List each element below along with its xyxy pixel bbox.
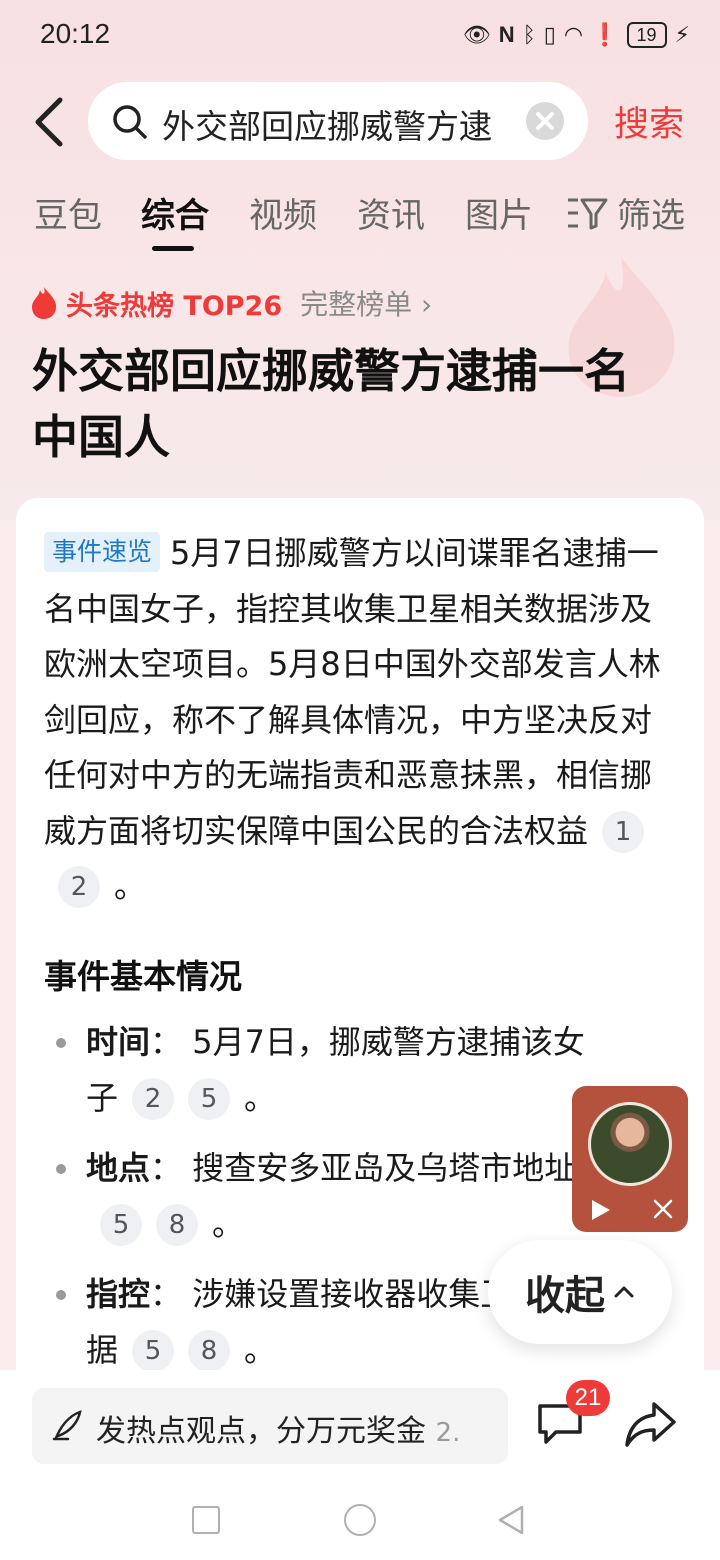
nfc-icon: N (498, 22, 515, 47)
comment-placeholder: 发热点观点，分万元奖金 2. (96, 1406, 496, 1446)
pen-icon (52, 1410, 82, 1441)
comment-count-badge: 21 (566, 1380, 610, 1416)
vibrate-icon: ▯ (543, 22, 556, 48)
reference-chip[interactable]: 1 (602, 810, 645, 853)
home-nav-button[interactable] (344, 1504, 376, 1536)
tab-doubao[interactable]: 豆包 (34, 188, 102, 237)
tab-news[interactable]: 资讯 (357, 188, 425, 237)
battery-icon: 19 (626, 22, 667, 48)
page-title: 外交部回应挪威警方逮捕一名中国人 (32, 344, 630, 464)
clear-icon[interactable] (526, 102, 564, 140)
reference-chip[interactable]: 8 (156, 1204, 198, 1246)
event-overview-tag: 事件速览 (44, 532, 161, 572)
reference-chip[interactable]: 2 (132, 1078, 175, 1120)
chevron-up-icon (614, 1286, 634, 1298)
hot-rank-row[interactable]: 头条热榜 TOP26 完整榜单 › (30, 282, 432, 324)
comment-placeholder-suffix: 2. (435, 1418, 461, 1446)
active-tab-indicator (152, 246, 194, 251)
alert-icon: ❗ (591, 22, 619, 48)
collapse-button[interactable]: 收起 (488, 1240, 672, 1344)
tab-video[interactable]: 视频 (249, 188, 317, 237)
bullet-separator: ： (150, 1023, 183, 1061)
bullet-separator: ： (150, 1149, 183, 1187)
list-item: 时间： 5月7日，挪威警方逮捕该女子 2 5。 (44, 1014, 604, 1126)
comment-placeholder-text: 发热点观点，分万元奖金 (96, 1414, 426, 1446)
status-icons: 👁 N ᛒ ▯ ◠ ❗ 19 ⚡ (463, 18, 690, 52)
recents-nav-button[interactable] (192, 1506, 220, 1534)
back-arrow-icon[interactable] (30, 94, 70, 150)
wifi-icon: ◠ (563, 22, 584, 48)
comment-input[interactable]: 发热点观点，分万元奖金 2. (32, 1388, 508, 1464)
bullet-key: 地点 (86, 1149, 151, 1187)
summary-paragraph: 事件速览 5月7日挪威警方以间谍罪名逮捕一名中国女子，指控其收集卫星相关数据涉及欧… (44, 526, 676, 915)
reference-chip[interactable]: 5 (100, 1204, 142, 1246)
bullet-end: 。 (212, 1205, 245, 1243)
video-thumbnail[interactable] (588, 1102, 672, 1186)
tab-comprehensive[interactable]: 综合 (141, 188, 209, 237)
section-title: 事件基本情况 (44, 957, 242, 996)
search-icon (113, 105, 147, 139)
reference-chip[interactable]: 8 (188, 1330, 231, 1372)
full-list-link[interactable]: 完整榜单 › (300, 283, 432, 323)
filter-icon[interactable] (566, 196, 608, 230)
search-query[interactable]: 外交部回应挪威警方逮 (162, 100, 512, 144)
list-item: 地点： 搜查安多亚岛及乌塔市地址 5 8 。 (44, 1140, 604, 1252)
tab-filter[interactable]: 筛选 (617, 188, 685, 237)
search-input[interactable]: 外交部回应挪威警方逮 (88, 82, 588, 160)
floating-video-player[interactable] (572, 1086, 688, 1232)
status-time: 20:12 (40, 18, 111, 49)
summary-text: 5月7日挪威警方以间谍罪名逮捕一名中国女子，指控其收集卫星相关数据涉及欧洲太空项… (44, 534, 661, 850)
charging-icon: ⚡ (674, 22, 690, 48)
bullet-text: 搜查安多亚岛及乌塔市地址 (192, 1149, 577, 1187)
hot-rank-label: 头条热榜 TOP26 (66, 290, 283, 322)
bullet-separator: ： (150, 1275, 183, 1313)
summary-end: 。 (114, 867, 147, 905)
bullet-end: 。 (244, 1079, 277, 1117)
reference-chip[interactable]: 5 (188, 1078, 231, 1120)
reference-chip[interactable]: 2 (58, 866, 100, 908)
back-nav-icon[interactable] (496, 1504, 526, 1536)
bluetooth-icon: ᛒ (522, 22, 536, 48)
flame-icon (32, 287, 57, 319)
bullet-key: 指控 (86, 1275, 151, 1313)
tab-images[interactable]: 图片 (465, 188, 533, 237)
eye-icon: 👁 (462, 22, 491, 48)
tab-bar: 豆包 综合 视频 资讯 图片 筛选 (0, 188, 720, 258)
collapse-label: 收起 (525, 1273, 605, 1319)
search-button[interactable]: 搜索 (614, 96, 684, 147)
bullet-key: 时间 (86, 1023, 151, 1061)
bullet-end: 。 (244, 1331, 277, 1369)
status-bar: 20:12 👁 N ᛒ ▯ ◠ ❗ 19 ⚡ (0, 0, 720, 70)
share-icon[interactable] (624, 1400, 676, 1448)
reference-chip[interactable]: 5 (132, 1330, 175, 1372)
play-icon[interactable] (588, 1198, 612, 1222)
close-icon[interactable] (652, 1198, 674, 1220)
